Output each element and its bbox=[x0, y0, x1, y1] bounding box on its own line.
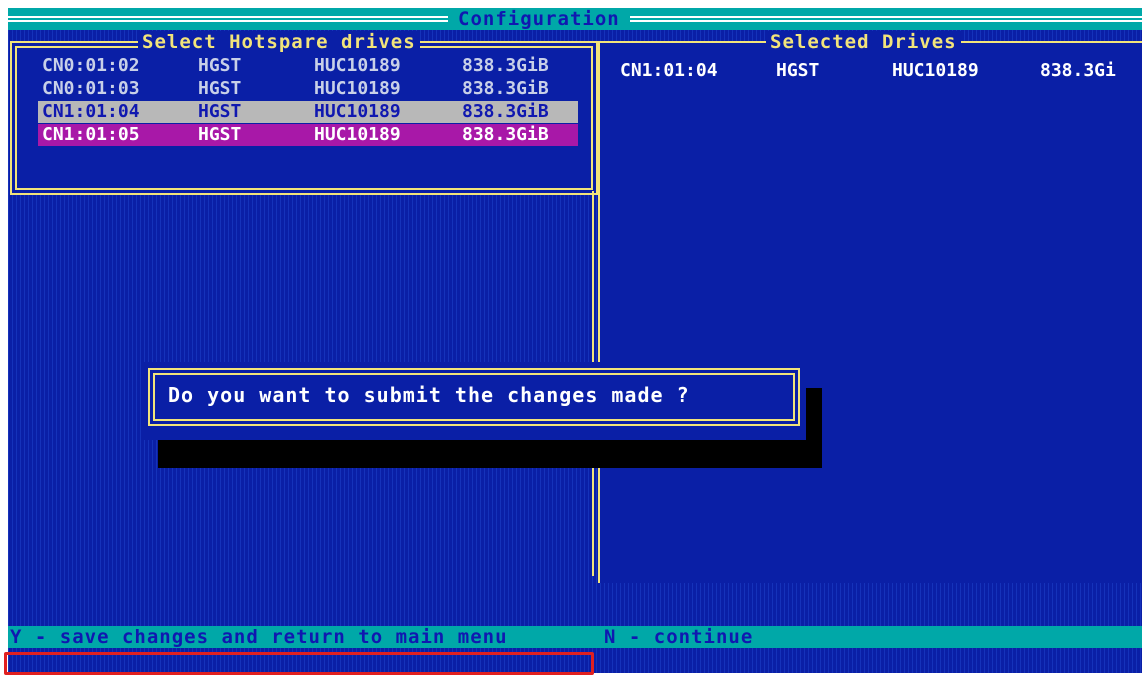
drive-size: 838.3GiB bbox=[462, 55, 549, 76]
selected-drive-row: CN1:01:04 HGST HUC10189 838.3Gi bbox=[620, 60, 1142, 82]
confirm-dialog[interactable]: Do you want to submit the changes made ? bbox=[142, 362, 806, 440]
drive-model: HUC10189 bbox=[892, 60, 979, 81]
drive-size: 838.3GiB bbox=[462, 78, 549, 99]
drive-id: CN0:01:02 bbox=[42, 55, 140, 76]
selected-drives-panel: Selected Drives CN1:01:04 HGST HUC10189 … bbox=[598, 31, 1142, 583]
drive-size: 838.3Gi bbox=[1040, 60, 1116, 81]
drive-id: CN1:01:05 bbox=[42, 124, 140, 145]
drive-row-cn1-01-04[interactable]: CN1:01:04 HGST HUC10189 838.3GiB bbox=[38, 101, 578, 123]
bios-screen: Configuration Select Hotspare drives CN0… bbox=[8, 8, 1142, 673]
drive-vendor: HGST bbox=[198, 55, 242, 76]
drive-row-cn1-01-05[interactable]: CN1:01:05 HGST HUC10189 838.3GiB bbox=[38, 124, 578, 146]
drive-id: CN1:01:04 bbox=[620, 60, 718, 81]
drive-vendor: HGST bbox=[776, 60, 820, 81]
drive-row-cn0-01-03[interactable]: CN0:01:03 HGST HUC10189 838.3GiB bbox=[38, 78, 578, 100]
drive-model: HUC10189 bbox=[314, 124, 401, 145]
selected-panel-title: Selected Drives bbox=[766, 31, 961, 53]
drive-vendor: HGST bbox=[198, 124, 242, 145]
hotspare-panel-title: Select Hotspare drives bbox=[138, 31, 420, 53]
title-bar: Configuration bbox=[8, 8, 1142, 30]
hotspare-drive-panel: Select Hotspare drives CN0:01:02 HGST HU… bbox=[10, 31, 598, 195]
drive-size: 838.3GiB bbox=[462, 101, 549, 122]
drive-model: HUC10189 bbox=[314, 55, 401, 76]
window-title: Configuration bbox=[448, 8, 630, 30]
drive-id: CN1:01:04 bbox=[42, 101, 140, 122]
drive-model: HUC10189 bbox=[314, 78, 401, 99]
drive-size: 838.3GiB bbox=[462, 124, 549, 145]
drive-row-cn0-01-02[interactable]: CN0:01:02 HGST HUC10189 838.3GiB bbox=[38, 55, 578, 77]
drive-model: HUC10189 bbox=[314, 101, 401, 122]
drive-vendor: HGST bbox=[198, 78, 242, 99]
drive-id: CN0:01:03 bbox=[42, 78, 140, 99]
status-bar: Y - save changes and return to main menu… bbox=[8, 626, 1142, 648]
drive-vendor: HGST bbox=[198, 101, 242, 122]
continue-hint[interactable]: N - continue bbox=[604, 626, 753, 648]
annotation-highlight bbox=[4, 652, 594, 675]
save-and-return-hint[interactable]: Y - save changes and return to main menu bbox=[10, 626, 508, 648]
dialog-message: Do you want to submit the changes made ? bbox=[168, 383, 690, 407]
